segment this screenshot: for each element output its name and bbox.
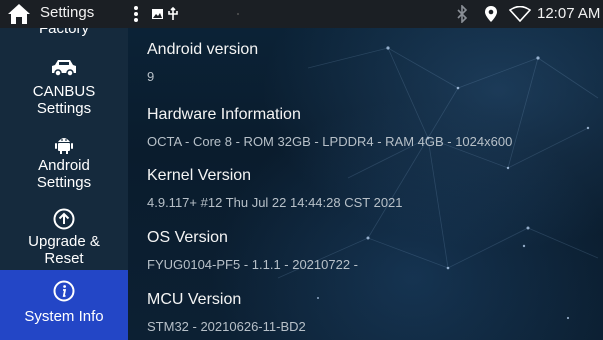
wifi-icon (509, 6, 531, 22)
sidebar-item-label-line2: Settings (36, 100, 92, 117)
sidebar-item-system-info[interactable]: System Info (0, 270, 128, 340)
status-bar: Settings 12:07 AM (0, 0, 603, 28)
sidebar-item-label-line1: Upgrade & (28, 233, 100, 250)
home-icon[interactable] (6, 2, 32, 26)
mcu-version-label: MCU Version (147, 291, 242, 308)
mcu-version-value: STM32 - 20210626-11-BD2 (147, 319, 306, 334)
page-title: Settings (40, 4, 95, 21)
system-info-panel[interactable]: Android version 9 Hardware Information O… (128, 28, 603, 340)
bluetooth-icon (457, 5, 468, 23)
kernel-version-label: Kernel Version (147, 167, 252, 184)
car-icon (52, 60, 76, 77)
location-icon (485, 6, 497, 22)
android-version-label: Android version (147, 41, 259, 58)
android-version-row: Android version 9 (147, 41, 258, 84)
os-version-value: FYUG0104-PF5 - 1.1.1 - 20210722 - (147, 257, 359, 272)
sidebar: Factory CANBUS Settings Android Settings (0, 28, 128, 340)
sidebar-item-android-settings[interactable]: Android Settings (0, 134, 128, 191)
clock: 12:07 AM (537, 5, 601, 22)
sidebar-item-label-line1: Android (38, 157, 90, 174)
gallery-notification-icon (152, 6, 178, 20)
sidebar-item-label: System Info (24, 308, 104, 325)
hardware-info-row: Hardware Information OCTA - Core 8 - ROM… (147, 106, 512, 149)
sidebar-item-upgrade-reset[interactable]: Upgrade & Reset (0, 208, 128, 267)
os-version-row: OS Version FYUG0104-PF5 - 1.1.1 - 202107… (147, 229, 358, 272)
upgrade-arrow-icon (53, 208, 75, 230)
hardware-info-label: Hardware Information (147, 106, 301, 123)
sidebar-item-label-line2: Reset (44, 250, 84, 267)
kernel-version-value: 4.9.117+ #12 Thu Jul 22 14:44:28 CST 202… (147, 195, 403, 210)
sidebar-item-canbus-settings[interactable]: CANBUS Settings (0, 58, 128, 117)
sidebar-item-label: Factory (38, 28, 89, 37)
more-vertical-icon[interactable] (133, 5, 139, 23)
sidebar-item-label-line1: CANBUS (32, 83, 96, 100)
mcu-version-row: MCU Version STM32 - 20210626-11-BD2 (147, 291, 306, 334)
hardware-info-value: OCTA - Core 8 - ROM 32GB - LPDDR4 - RAM … (147, 134, 513, 149)
kernel-version-row: Kernel Version 4.9.117+ #12 Thu Jul 22 1… (147, 167, 403, 210)
os-version-label: OS Version (147, 229, 228, 246)
status-dot (237, 13, 239, 15)
android-version-value: 9 (147, 69, 155, 84)
android-icon (55, 138, 73, 154)
sidebar-item-factory[interactable]: Factory (0, 28, 128, 37)
sidebar-item-label-line2: Settings (36, 174, 92, 191)
info-icon (53, 280, 75, 302)
